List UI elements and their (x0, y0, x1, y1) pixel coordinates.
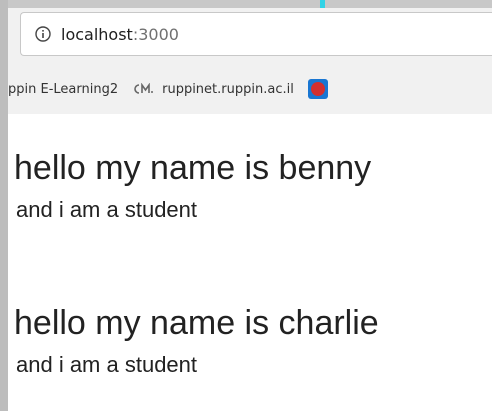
student-heading: hello my name is charlie (14, 304, 379, 342)
cm-logo-icon (134, 83, 154, 94)
student-card: hello my name is benny and i am a studen… (14, 148, 371, 224)
url-text[interactable]: localhost:3000 (61, 25, 179, 44)
window-edge (0, 0, 8, 411)
bookmark-label: ruppinet.ruppin.ac.il (162, 81, 294, 97)
student-heading: hello my name is benny (14, 149, 372, 187)
student-subtext: and i am a student (16, 352, 198, 377)
address-bar[interactable]: localhost:3000 (20, 12, 492, 56)
accent-mark (320, 0, 325, 8)
bookmark-e-learning[interactable]: ppin E-Learning2 (8, 82, 118, 97)
window-top-edge (8, 0, 492, 8)
screenshot-frame: localhost:3000 ppin E-Learning2 ruppinet… (0, 0, 492, 411)
bookmark-overflow-icon[interactable] (307, 79, 328, 99)
student-subtext: and i am a student (16, 197, 198, 222)
bookmarks-bar: ppin E-Learning2 ruppinet.ruppin.ac.il (8, 72, 492, 106)
info-icon[interactable] (35, 26, 51, 42)
bookmark-label: ppin E-Learning2 (8, 81, 119, 97)
url-host: localhost (61, 24, 133, 44)
browser-chrome: localhost:3000 ppin E-Learning2 ruppinet… (8, 8, 492, 114)
bookmark-ruppinet[interactable]: ruppinet.ruppin.ac.il (132, 82, 294, 97)
page-content: hello my name is benny and i am a studen… (8, 114, 492, 411)
url-port: :3000 (132, 24, 179, 44)
student-card: hello my name is charlie and i am a stud… (14, 303, 379, 379)
